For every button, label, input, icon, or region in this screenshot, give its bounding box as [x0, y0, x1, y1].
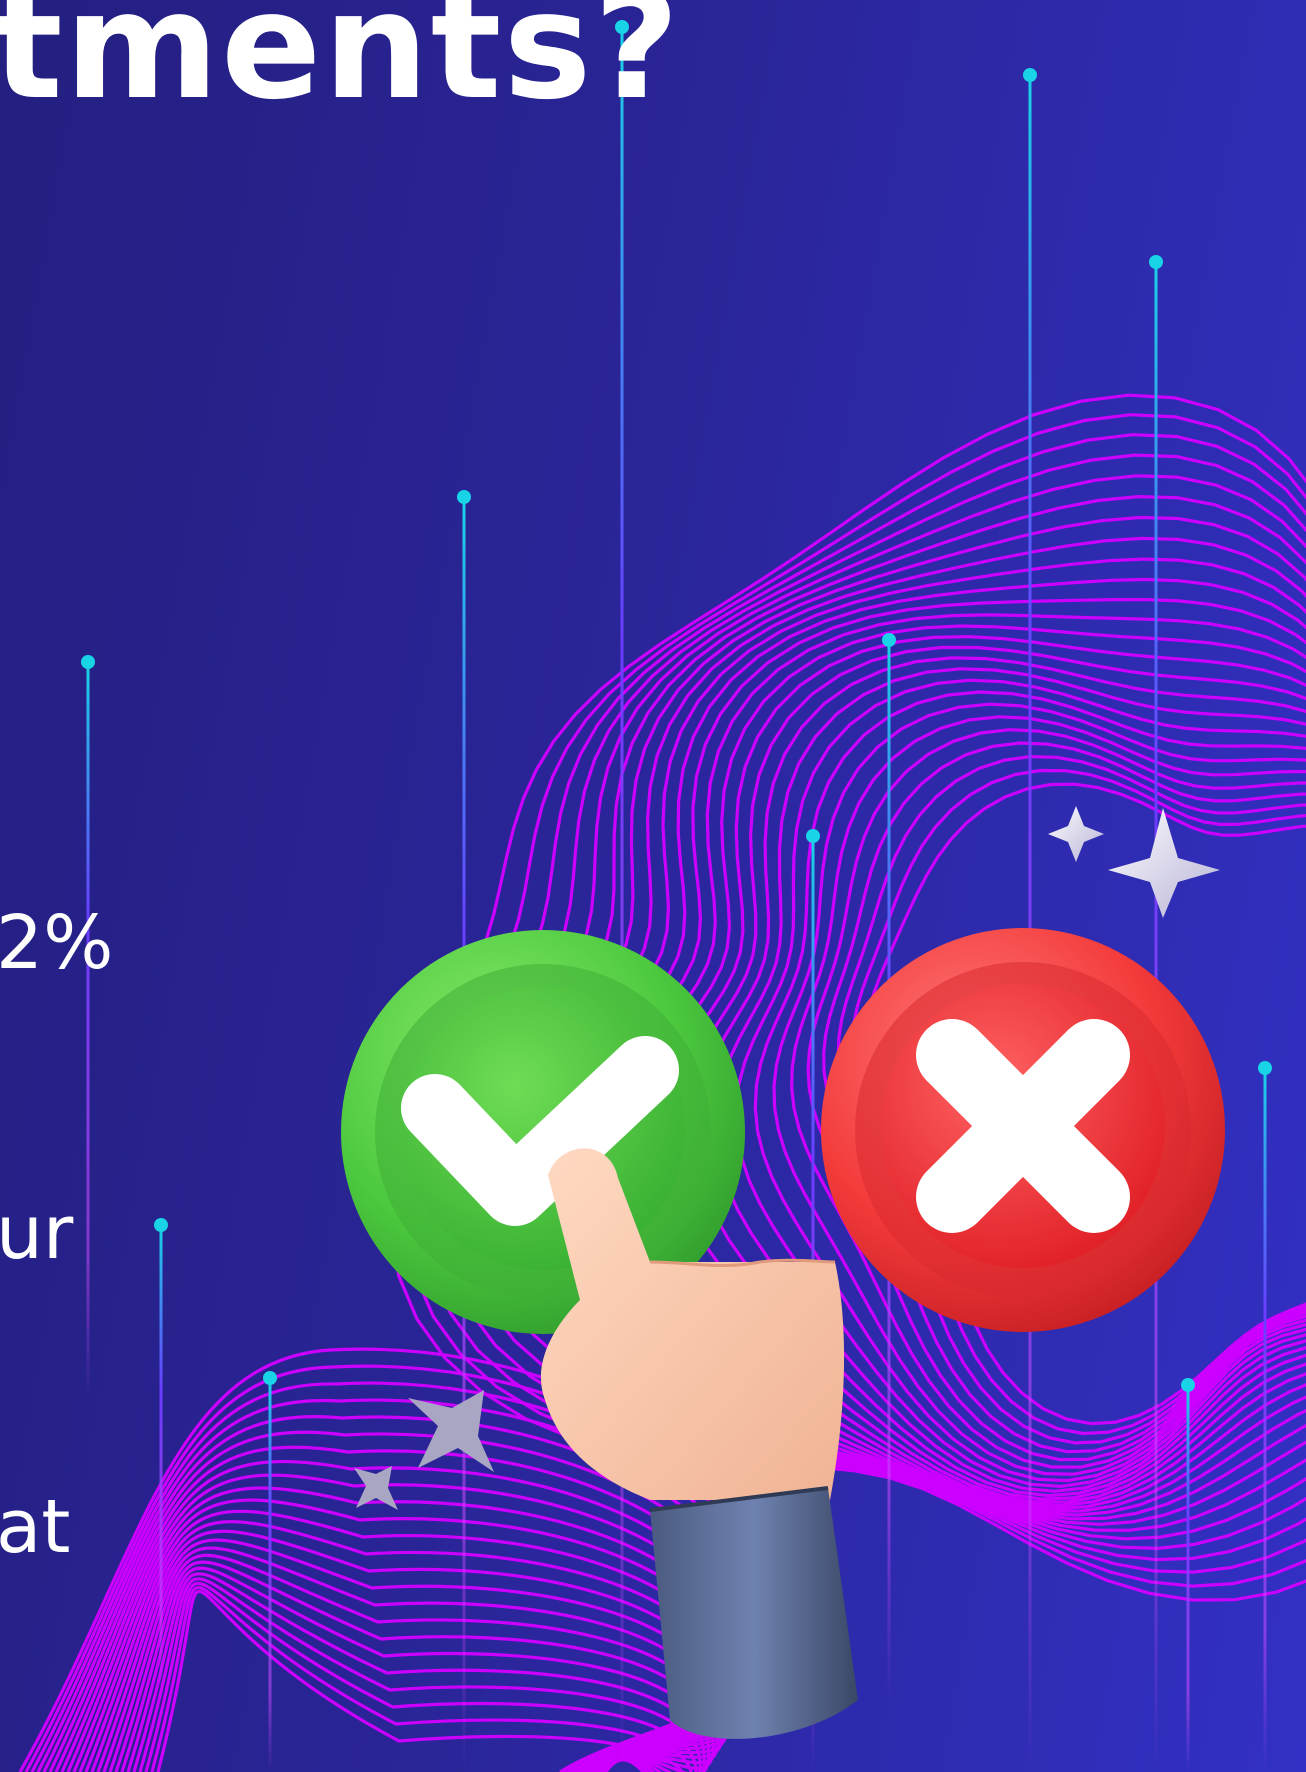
- sparkle-icon: [408, 1390, 494, 1472]
- sparkle-icon: [1048, 806, 1104, 862]
- sparkle-icon: [354, 1466, 398, 1510]
- sparkle-icon: [1108, 808, 1220, 918]
- poster-canvas: tments? 2% ur at: [0, 0, 1306, 1772]
- foreground-art: [341, 806, 1225, 1739]
- x-button-icon[interactable]: [821, 928, 1225, 1332]
